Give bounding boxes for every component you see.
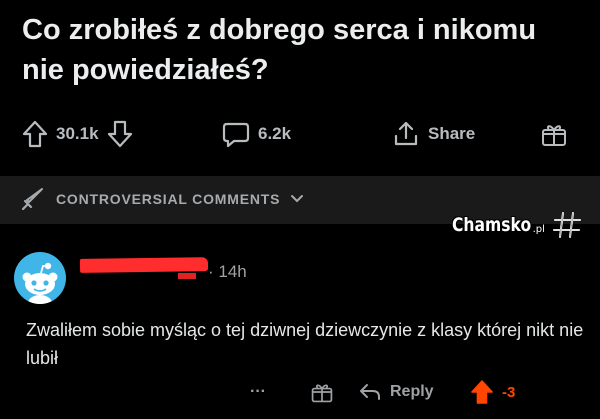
comment-bubble-icon — [222, 120, 250, 148]
redaction-mark — [178, 273, 196, 279]
comment-count: 6.2k — [258, 124, 292, 143]
hashtag-icon — [551, 210, 583, 240]
post-action-bar: 30.1k 6.2k Share — [0, 114, 600, 154]
share-label: Share — [428, 124, 476, 143]
vote-control: 30.1k — [22, 114, 133, 154]
reply-label: Reply — [390, 383, 434, 400]
reply-arrow-icon — [358, 382, 382, 402]
watermark-suffix: .pl — [532, 223, 545, 235]
post-title: Co zrobiłeś z dobrego serca i nikomu nie… — [22, 14, 537, 86]
gift-icon — [540, 120, 568, 148]
more-options-label: ··· — [250, 383, 266, 400]
share-icon — [392, 120, 420, 148]
watermark-brand: Chamsko — [452, 214, 532, 236]
comment-score: -3 — [502, 383, 516, 401]
redacted-username — [79, 257, 209, 273]
site-watermark: Chamsko .pl — [452, 208, 583, 242]
comment-text: Zwaliłem sobie myśląc o tej dziwnej dzie… — [26, 320, 584, 368]
snoo-avatar-icon — [22, 262, 58, 304]
share-button[interactable]: Share — [392, 114, 475, 154]
comment-time: · 14h — [208, 262, 247, 281]
award-button[interactable] — [540, 114, 568, 154]
upvote-arrow-icon[interactable] — [22, 120, 48, 148]
comments-button[interactable]: 6.2k — [222, 114, 291, 154]
chevron-down-icon — [290, 194, 304, 204]
downvote-arrow-icon[interactable] — [107, 120, 133, 148]
upvote-filled-icon[interactable] — [470, 379, 494, 405]
sword-icon — [20, 186, 46, 212]
avatar[interactable] — [14, 252, 66, 304]
gift-icon — [310, 380, 334, 404]
reply-button[interactable]: Reply — [358, 374, 434, 410]
sort-label: CONTROVERSIAL COMMENTS — [56, 191, 281, 207]
comment-vote-control: -3 — [470, 374, 515, 410]
comment-award-button[interactable] — [310, 374, 334, 410]
more-options-button[interactable]: ··· — [250, 374, 266, 410]
comment-action-bar: ··· Reply -3 — [0, 374, 600, 410]
upvote-count: 30.1k — [56, 124, 99, 143]
